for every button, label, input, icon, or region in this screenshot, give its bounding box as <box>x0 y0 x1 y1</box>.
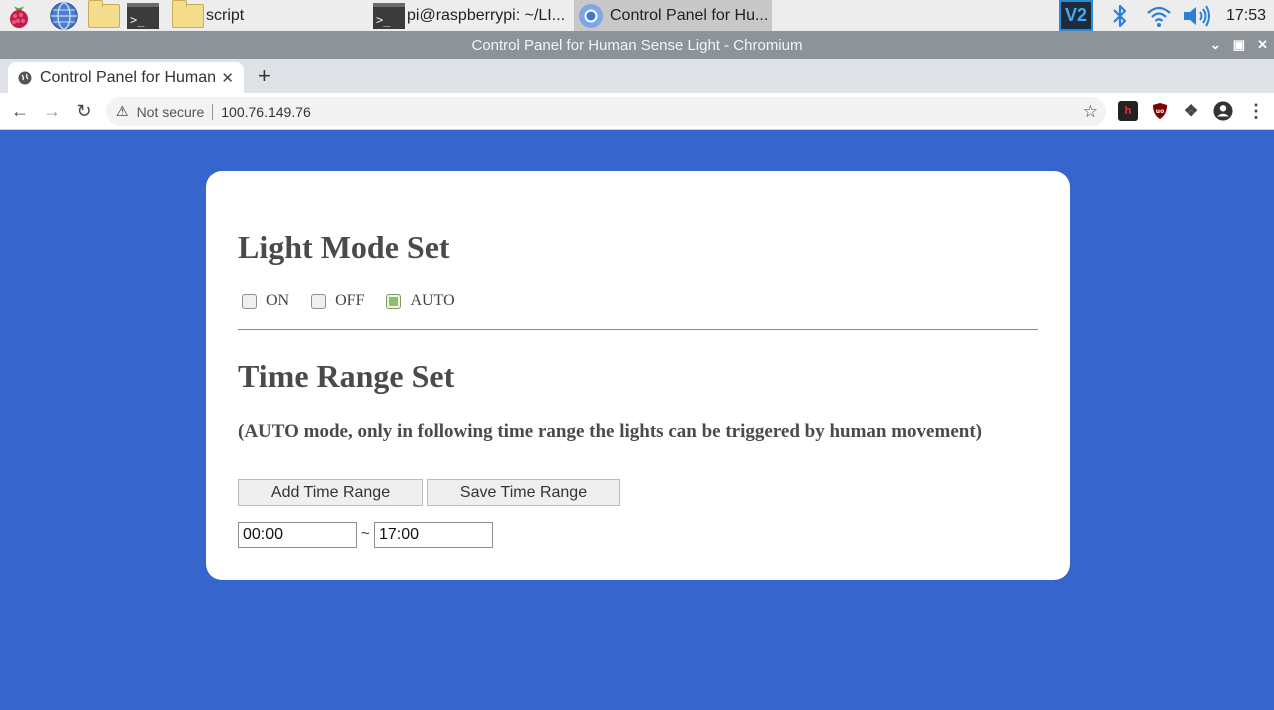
auto-mode-note: (AUTO mode, only in following time range… <box>238 421 982 442</box>
save-time-range-button[interactable]: Save Time Range <box>427 479 620 506</box>
new-tab-icon[interactable]: + <box>258 63 271 89</box>
tab-control-panel[interactable]: Control Panel for Human Sense Light ✕ <box>8 62 244 93</box>
folder-icon <box>88 0 120 28</box>
mode-label: ON <box>266 292 290 309</box>
window-title: Control Panel for Human Sense Light - Ch… <box>471 36 803 54</box>
bookmark-star-icon[interactable]: ☆ <box>1083 102 1098 122</box>
wifi-tray-button[interactable] <box>1145 0 1173 31</box>
minimize-icon[interactable]: ⌄ <box>1210 37 1221 53</box>
clock[interactable]: 17:53 <box>1226 0 1266 31</box>
taskbar-window-browser[interactable]: Control Panel for Hu... <box>574 0 772 31</box>
extension-h-icon[interactable]: h <box>1118 101 1138 121</box>
system-taskbar: >_ script >_ pi@raspberrypi: ~/LI... Con… <box>0 0 1274 31</box>
mode-option-off[interactable]: OFF <box>311 292 364 310</box>
taskbar-window-label: pi@raspberrypi: ~/LI... <box>407 6 566 24</box>
url-text[interactable]: 100.76.149.76 <box>221 104 311 120</box>
taskbar-window-label: script <box>206 6 245 24</box>
mode-checkbox-off[interactable] <box>311 293 327 309</box>
taskbar-window-terminal[interactable]: >_ pi@raspberrypi: ~/LI... <box>373 0 571 31</box>
raspberry-icon <box>10 5 28 28</box>
terminal-icon: >_ <box>373 2 405 29</box>
vnc-icon: V2 <box>1059 0 1093 31</box>
globe-favicon-icon <box>18 71 32 84</box>
start-time-input[interactable]: 00:00 <box>238 522 357 548</box>
raspberry-menu-button[interactable] <box>4 0 34 31</box>
mode-option-on[interactable]: ON <box>242 292 289 310</box>
mode-checkbox-on[interactable] <box>242 293 257 309</box>
terminal-icon: >_ <box>127 2 159 29</box>
section-divider <box>238 329 1038 330</box>
bluetooth-icon <box>1113 4 1127 27</box>
warning-icon[interactable]: ⚠ <box>116 103 129 120</box>
back-icon[interactable]: ← <box>8 99 32 123</box>
range-separator: ~ <box>361 525 370 542</box>
end-time-input[interactable]: 17:00 <box>374 522 493 548</box>
tab-strip: Control Panel for Human Sense Light ✕ + <box>0 59 1274 93</box>
mode-label: AUTO <box>410 292 455 309</box>
forward-icon[interactable]: → <box>40 99 64 123</box>
terminal-launcher[interactable]: >_ <box>127 0 159 31</box>
light-mode-options: ON OFF AUTO <box>242 292 477 310</box>
svg-text:uo: uo <box>1156 108 1164 115</box>
security-label[interactable]: Not secure <box>137 104 205 120</box>
reload-icon[interactable]: ↻ <box>72 99 96 123</box>
maximize-icon[interactable]: ▣ <box>1233 37 1245 53</box>
browser-toolbar: ← → ↻ ⚠ Not secure 100.76.149.76 ☆ h uo … <box>0 93 1274 130</box>
profile-avatar-icon[interactable] <box>1213 101 1233 121</box>
bluetooth-tray-button[interactable] <box>1110 0 1130 31</box>
time-range-title: Time Range Set <box>238 358 455 394</box>
globe-icon <box>50 1 78 30</box>
ublock-icon[interactable]: uo <box>1150 101 1170 121</box>
volume-tray-button[interactable] <box>1181 0 1213 31</box>
clock-label: 17:53 <box>1226 6 1267 24</box>
control-panel-card: Light Mode Set ON OFF AUTO Time Range Se… <box>206 171 1070 580</box>
speaker-icon <box>1184 4 1210 27</box>
add-time-range-button[interactable]: Add Time Range <box>238 479 423 506</box>
wifi-icon <box>1147 6 1171 27</box>
file-manager-launcher[interactable] <box>88 0 120 31</box>
more-menu-icon[interactable]: ⋮ <box>1246 101 1266 121</box>
window-controls: ⌄ ▣ ✕ <box>1210 31 1268 59</box>
window-titlebar[interactable]: Control Panel for Human Sense Light - Ch… <box>0 31 1274 59</box>
vnc-tray-button[interactable]: V2 <box>1059 0 1093 31</box>
tab-title: Control Panel for Human Sense Light <box>39 68 216 86</box>
chromium-icon <box>579 3 603 28</box>
web-browser-launcher[interactable] <box>48 0 80 31</box>
close-icon[interactable]: ✕ <box>1257 37 1268 53</box>
mode-option-auto[interactable]: AUTO <box>386 292 455 310</box>
folder-icon <box>172 0 204 28</box>
mode-label: OFF <box>335 292 365 309</box>
tab-close-icon[interactable]: ✕ <box>221 69 234 87</box>
mode-checkbox-auto[interactable] <box>386 293 402 309</box>
taskbar-window-label: Control Panel for Hu... <box>610 6 769 24</box>
address-bar[interactable]: ⚠ Not secure 100.76.149.76 ☆ <box>106 97 1106 126</box>
extensions-puzzle-icon[interactable]: ❖ <box>1181 101 1201 121</box>
taskbar-window-script[interactable]: script <box>172 0 368 31</box>
light-mode-title: Light Mode Set <box>238 229 450 265</box>
divider <box>212 103 214 120</box>
